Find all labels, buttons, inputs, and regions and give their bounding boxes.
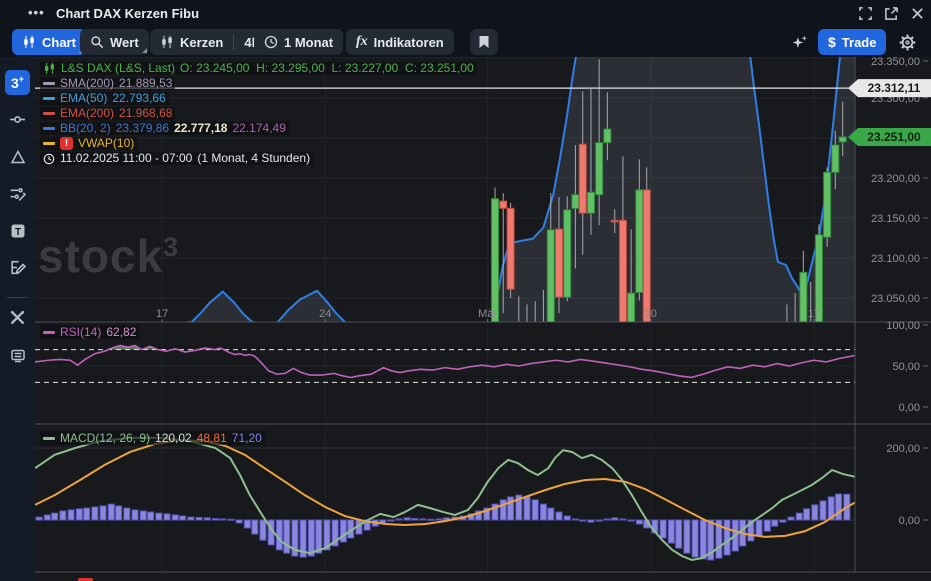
svg-text:23.200,00: 23.200,00 — [871, 173, 920, 185]
titlebar: ••• Chart DAX Kerzen Fibu — [0, 0, 931, 27]
svg-text:23.312,11: 23.312,11 — [868, 81, 921, 95]
svg-text:50,00: 50,00 — [892, 361, 920, 373]
indicators-label: Indikatoren — [374, 35, 444, 50]
divider — [233, 34, 234, 50]
vwap-line-swatch — [43, 142, 55, 145]
svg-text:17: 17 — [808, 308, 820, 320]
rsi-legend[interactable]: RSI(14)62,82 — [40, 325, 139, 339]
fx-icon: fx — [356, 34, 368, 50]
macd-legend[interactable]: MACD(12, 26, 9) 120,02 48,81 71,20 — [40, 431, 265, 445]
candles-icon — [160, 35, 174, 49]
chart-area[interactable]: 23.350,0023.300,0023.250,0023.200,0023.1… — [35, 57, 931, 581]
popout-icon[interactable] — [884, 6, 899, 21]
svg-text:T: T — [14, 227, 20, 238]
trendlines-pencil-icon — [9, 185, 26, 202]
warning-icon[interactable]: ! — [60, 137, 73, 150]
window-title: Chart DAX Kerzen Fibu — [56, 6, 199, 21]
legend-sma-row[interactable]: SMA(200)21.889,53 — [40, 77, 175, 90]
fullscreen-icon[interactable] — [858, 6, 873, 21]
macd-line-swatch — [43, 437, 55, 440]
svg-text:200,00: 200,00 — [886, 443, 920, 455]
dropdown-corner — [142, 48, 147, 53]
bb-line-swatch — [43, 127, 55, 130]
range-button[interactable]: 1 Monat — [254, 29, 343, 55]
svg-text:10: 10 — [645, 308, 657, 320]
search-icon — [90, 35, 104, 49]
toolbar: Chart Wert Kerzen 4h 1 Monat fx Indikat — [0, 27, 931, 57]
svg-text:24: 24 — [319, 308, 331, 320]
sidebar-item-annotation-tool[interactable] — [5, 255, 30, 280]
legend-bb-row[interactable]: BB(20, 2)23.379,86 22.777,18 22.174,49 — [40, 122, 289, 135]
candles-icon — [43, 62, 56, 75]
clock-icon — [264, 35, 278, 49]
rsi-line-swatch — [43, 331, 55, 334]
sidebar-item-stock3-plus[interactable]: 3+ — [5, 70, 30, 95]
legend-timeframe-row[interactable]: 11.02.2025 11:00 - 07:00 (1 Monat, 4 Stu… — [40, 152, 313, 165]
legend-vwap-row[interactable]: ! VWAP(10) — [40, 137, 137, 150]
tools-icon — [9, 309, 26, 326]
candles-icon — [22, 35, 36, 49]
sidebar-item-cursor-tool[interactable] — [5, 107, 30, 132]
indicators-button[interactable]: fx Indikatoren — [346, 29, 454, 55]
edit-pencil-icon — [9, 259, 26, 276]
sidebar-item-lines-tool[interactable] — [5, 181, 30, 206]
settings-button[interactable] — [894, 29, 920, 55]
svg-text:23.050,00: 23.050,00 — [871, 293, 920, 305]
wert-button[interactable]: Wert — [80, 29, 149, 55]
svg-text:Mär: Mär — [478, 308, 497, 320]
svg-text:23.350,00: 23.350,00 — [871, 57, 920, 68]
legend-ema50-row[interactable]: EMA(50)22.793,66 — [40, 92, 169, 105]
bookmark-icon — [478, 35, 490, 49]
sparkles-icon — [791, 34, 808, 51]
sidebar-item-templates[interactable] — [5, 343, 30, 368]
list-card-icon — [10, 348, 26, 364]
ema200-line-swatch — [43, 112, 55, 115]
wert-label: Wert — [110, 35, 139, 50]
text-tool-icon: T — [10, 223, 26, 239]
sma-line-swatch — [43, 82, 55, 85]
svg-text:23.251,00: 23.251,00 — [867, 130, 921, 144]
stock3-watermark: stock3 — [38, 229, 179, 283]
range-label: 1 Monat — [284, 35, 333, 50]
triangle-icon — [10, 149, 26, 165]
sidebar-divider — [7, 297, 28, 298]
drawing-sidebar: 3+ T — [0, 57, 35, 581]
close-icon[interactable] — [910, 6, 925, 21]
crosshair-line-icon — [9, 111, 26, 128]
ohlc: O: 23.245,00 H: 23.295,00 L: 23.227,00 C… — [180, 62, 474, 75]
chart-window: ••• Chart DAX Kerzen Fibu Chart Wert — [0, 0, 931, 581]
bookmark-button[interactable] — [470, 29, 498, 55]
chart-legend: L&S DAX (L&S, Last) O: 23.245,00 H: 23.2… — [40, 62, 477, 165]
kerzen-label: Kerzen — [180, 35, 223, 50]
gear-icon — [899, 34, 916, 51]
sidebar-item-shapes-tool[interactable] — [5, 144, 30, 169]
chart-type-interval-group[interactable]: Kerzen 4h — [150, 29, 270, 55]
dollar-icon: $ — [828, 34, 836, 50]
sidebar-item-tools[interactable] — [5, 305, 30, 330]
clock-icon — [43, 153, 55, 165]
svg-text:23.100,00: 23.100,00 — [871, 253, 920, 265]
chart-tab-button[interactable]: Chart — [12, 29, 86, 55]
ema50-line-swatch — [43, 97, 55, 100]
ai-sparkle-button[interactable] — [786, 29, 812, 55]
svg-text:23.150,00: 23.150,00 — [871, 213, 920, 225]
sidebar-item-text-tool[interactable]: T — [5, 218, 30, 243]
svg-text:0,00: 0,00 — [899, 515, 920, 527]
trade-label: Trade — [842, 35, 877, 50]
trade-button[interactable]: $ Trade — [818, 29, 886, 55]
chart-tab-label: Chart — [42, 35, 76, 50]
svg-text:100,00: 100,00 — [886, 320, 920, 332]
svg-text:0,00: 0,00 — [899, 402, 920, 414]
legend-symbol-row[interactable]: L&S DAX (L&S, Last) O: 23.245,00 H: 23.2… — [40, 62, 477, 75]
svg-text:17: 17 — [156, 308, 168, 320]
symbol-name: L&S DAX (L&S, Last) — [61, 62, 175, 75]
window-menu-dots-icon[interactable]: ••• — [28, 5, 45, 20]
legend-ema200-row[interactable]: EMA(200)21.968,68 — [40, 107, 175, 120]
